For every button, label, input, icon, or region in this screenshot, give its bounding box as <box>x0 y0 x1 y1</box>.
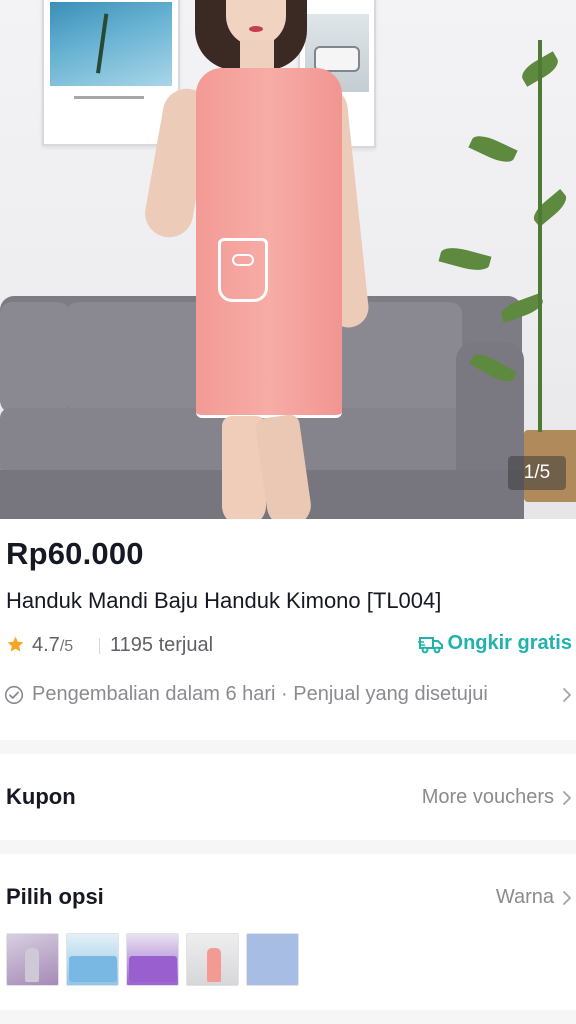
chevron-right-icon <box>563 688 571 702</box>
variant-thumbnail-grey[interactable] <box>6 933 59 986</box>
section-divider <box>0 1010 576 1024</box>
check-circle-icon <box>4 685 24 705</box>
color-selector-link[interactable]: Warna <box>496 886 572 909</box>
product-price: Rp60.000 <box>6 536 144 571</box>
color-selector-label: Warna <box>495 886 554 908</box>
product-image-gallery[interactable]: 1/5 <box>0 0 576 519</box>
chevron-right-icon <box>563 890 571 905</box>
rating[interactable]: 4.7/5 <box>32 634 73 657</box>
more-vouchers-label: More vouchers <box>421 786 554 808</box>
returns-policy-row[interactable]: Pengembalian dalam 6 hari · Penjual yang… <box>4 682 574 710</box>
product-title: Handuk Mandi Baju Handuk Kimono [TL004] <box>6 588 442 613</box>
sold-count: 1195 terjual <box>110 634 214 656</box>
truck-icon <box>417 636 443 653</box>
variant-thumbnail-pink[interactable] <box>186 933 239 986</box>
coupon-label: Kupon <box>6 784 76 809</box>
rating-value: 4.7 <box>32 634 60 656</box>
star-icon <box>7 636 24 652</box>
variant-thumbnail-purple[interactable] <box>126 933 179 986</box>
variant-thumbnail-blue[interactable] <box>66 933 119 986</box>
product-stats: 4.7/5 1195 terjual Ongkir gratis <box>6 632 574 660</box>
free-shipping-label: Ongkir gratis <box>447 632 572 654</box>
section-divider <box>0 840 576 854</box>
options-label: Pilih opsi <box>6 884 104 909</box>
wall-art-left <box>42 0 180 146</box>
variant-thumbnails <box>6 933 299 986</box>
section-divider <box>0 740 576 754</box>
chevron-right-icon <box>563 790 571 805</box>
free-shipping-badge[interactable]: Ongkir gratis <box>417 632 572 655</box>
rating-max: /5 <box>59 638 74 655</box>
returns-text: Pengembalian dalam 6 hari · Penjual yang… <box>32 683 488 705</box>
divider <box>99 638 100 654</box>
variant-thumbnail-light-blue[interactable] <box>246 933 299 986</box>
image-counter: 1/5 <box>508 456 566 490</box>
more-vouchers-link[interactable]: More vouchers <box>422 786 572 809</box>
